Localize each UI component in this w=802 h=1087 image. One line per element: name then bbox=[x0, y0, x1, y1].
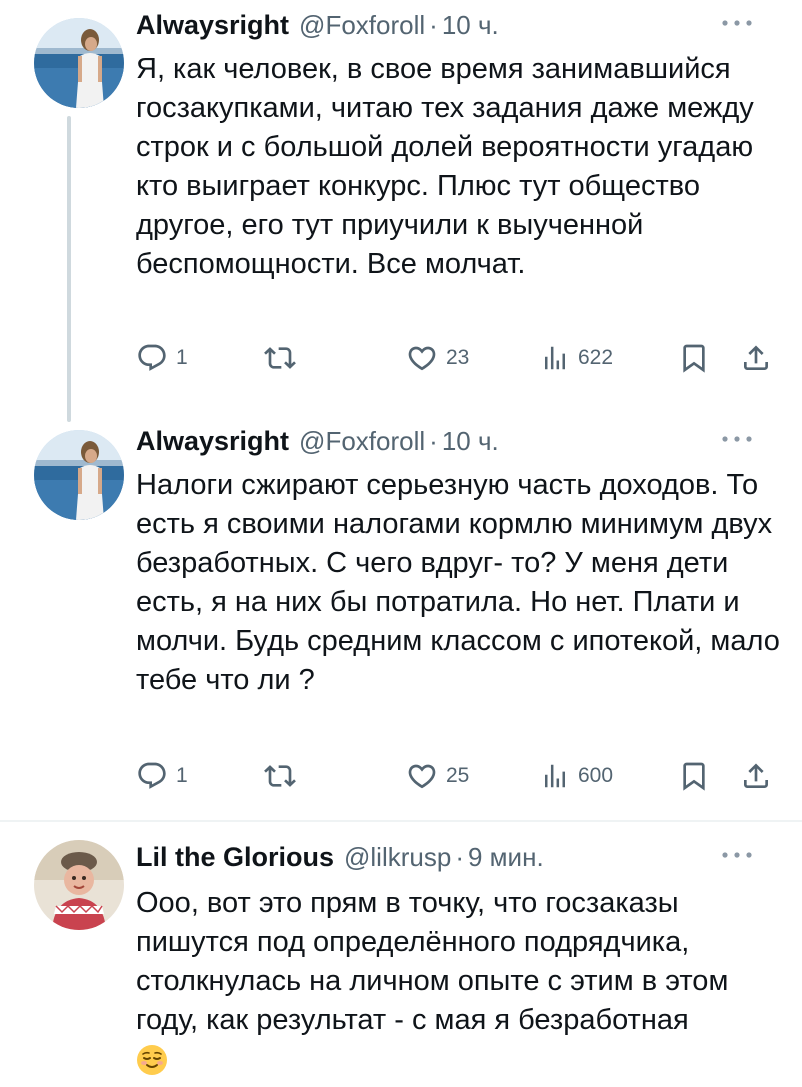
timestamp[interactable]: 10 ч. bbox=[442, 10, 499, 41]
reply-count: 1 bbox=[176, 346, 188, 369]
retweet-icon bbox=[264, 342, 296, 374]
retweet-button[interactable] bbox=[264, 338, 304, 378]
author-handle[interactable]: @lilkrusp bbox=[344, 842, 451, 873]
like-count: 25 bbox=[446, 764, 470, 787]
tweet-header: Alwaysright @Foxforoll · 10 ч. bbox=[136, 10, 782, 44]
more-dots-icon[interactable] bbox=[720, 16, 754, 28]
separator-dot: · bbox=[429, 10, 438, 40]
views-button[interactable]: 622 bbox=[540, 338, 613, 378]
tweet-actions: 1 23 622 bbox=[136, 338, 786, 378]
author-handle[interactable]: @Foxforoll bbox=[299, 426, 425, 457]
retweet-icon bbox=[264, 760, 296, 792]
timestamp[interactable]: 9 мин. bbox=[468, 842, 544, 873]
bookmark-button[interactable] bbox=[678, 756, 710, 796]
reply-icon bbox=[136, 760, 168, 792]
share-button[interactable] bbox=[740, 756, 772, 796]
thread-line bbox=[67, 116, 71, 422]
views-count: 600 bbox=[578, 764, 614, 787]
views-icon bbox=[540, 343, 570, 373]
separator-dot: · bbox=[455, 842, 464, 872]
tweet[interactable]: Lil the Glorious @lilkrusp · 9 мин. Ооо,… bbox=[0, 822, 802, 1080]
reply-button[interactable]: 1 bbox=[136, 338, 188, 378]
reply-count: 1 bbox=[176, 764, 188, 787]
timestamp[interactable]: 10 ч. bbox=[442, 426, 499, 457]
author-name[interactable]: Lil the Glorious bbox=[136, 842, 334, 873]
avatar[interactable] bbox=[34, 840, 124, 930]
views-icon bbox=[540, 761, 570, 791]
more-dots-icon[interactable] bbox=[720, 848, 754, 860]
like-button[interactable]: 23 bbox=[406, 338, 469, 378]
tweet-header: Alwaysright @Foxforoll · 10 ч. bbox=[136, 426, 782, 460]
like-count: 23 bbox=[446, 346, 470, 369]
retweet-button[interactable] bbox=[264, 756, 304, 796]
tweet-text: Налоги сжирают серьезную часть доходов. … bbox=[136, 469, 780, 696]
share-button[interactable] bbox=[740, 338, 772, 378]
tweet[interactable]: Alwaysright @Foxforoll · 10 ч. Я, как че… bbox=[0, 0, 802, 422]
reply-icon bbox=[136, 342, 168, 374]
views-button[interactable]: 600 bbox=[540, 756, 613, 796]
bookmark-icon bbox=[678, 342, 710, 374]
relieved-face-icon bbox=[136, 1044, 168, 1076]
tweet-header: Lil the Glorious @lilkrusp · 9 мин. bbox=[136, 842, 782, 876]
avatar[interactable] bbox=[34, 18, 124, 108]
reply-button[interactable]: 1 bbox=[136, 756, 188, 796]
tweet-actions: 1 25 600 bbox=[136, 756, 786, 796]
share-icon bbox=[740, 760, 772, 792]
heart-icon bbox=[406, 342, 438, 374]
tweet-text-content: Ооо, вот это прям в точку, что госзаказы… bbox=[136, 887, 729, 1036]
bookmark-button[interactable] bbox=[678, 338, 710, 378]
author-name[interactable]: Alwaysright bbox=[136, 426, 289, 457]
author-handle[interactable]: @Foxforoll bbox=[299, 10, 425, 41]
tweet[interactable]: Alwaysright @Foxforoll · 10 ч. Налоги сж… bbox=[0, 410, 802, 820]
heart-icon bbox=[406, 760, 438, 792]
more-dots-icon[interactable] bbox=[720, 432, 754, 444]
tweet-text: Ооо, вот это прям в точку, что госзаказы… bbox=[136, 884, 786, 1079]
like-button[interactable]: 25 bbox=[406, 756, 469, 796]
avatar[interactable] bbox=[34, 430, 124, 520]
bookmark-icon bbox=[678, 760, 710, 792]
share-icon bbox=[740, 342, 772, 374]
author-name[interactable]: Alwaysright bbox=[136, 10, 289, 41]
tweet-text: Я, как человек, в свое время занимавшийс… bbox=[136, 53, 754, 280]
separator-dot: · bbox=[429, 426, 438, 456]
views-count: 622 bbox=[578, 346, 614, 369]
